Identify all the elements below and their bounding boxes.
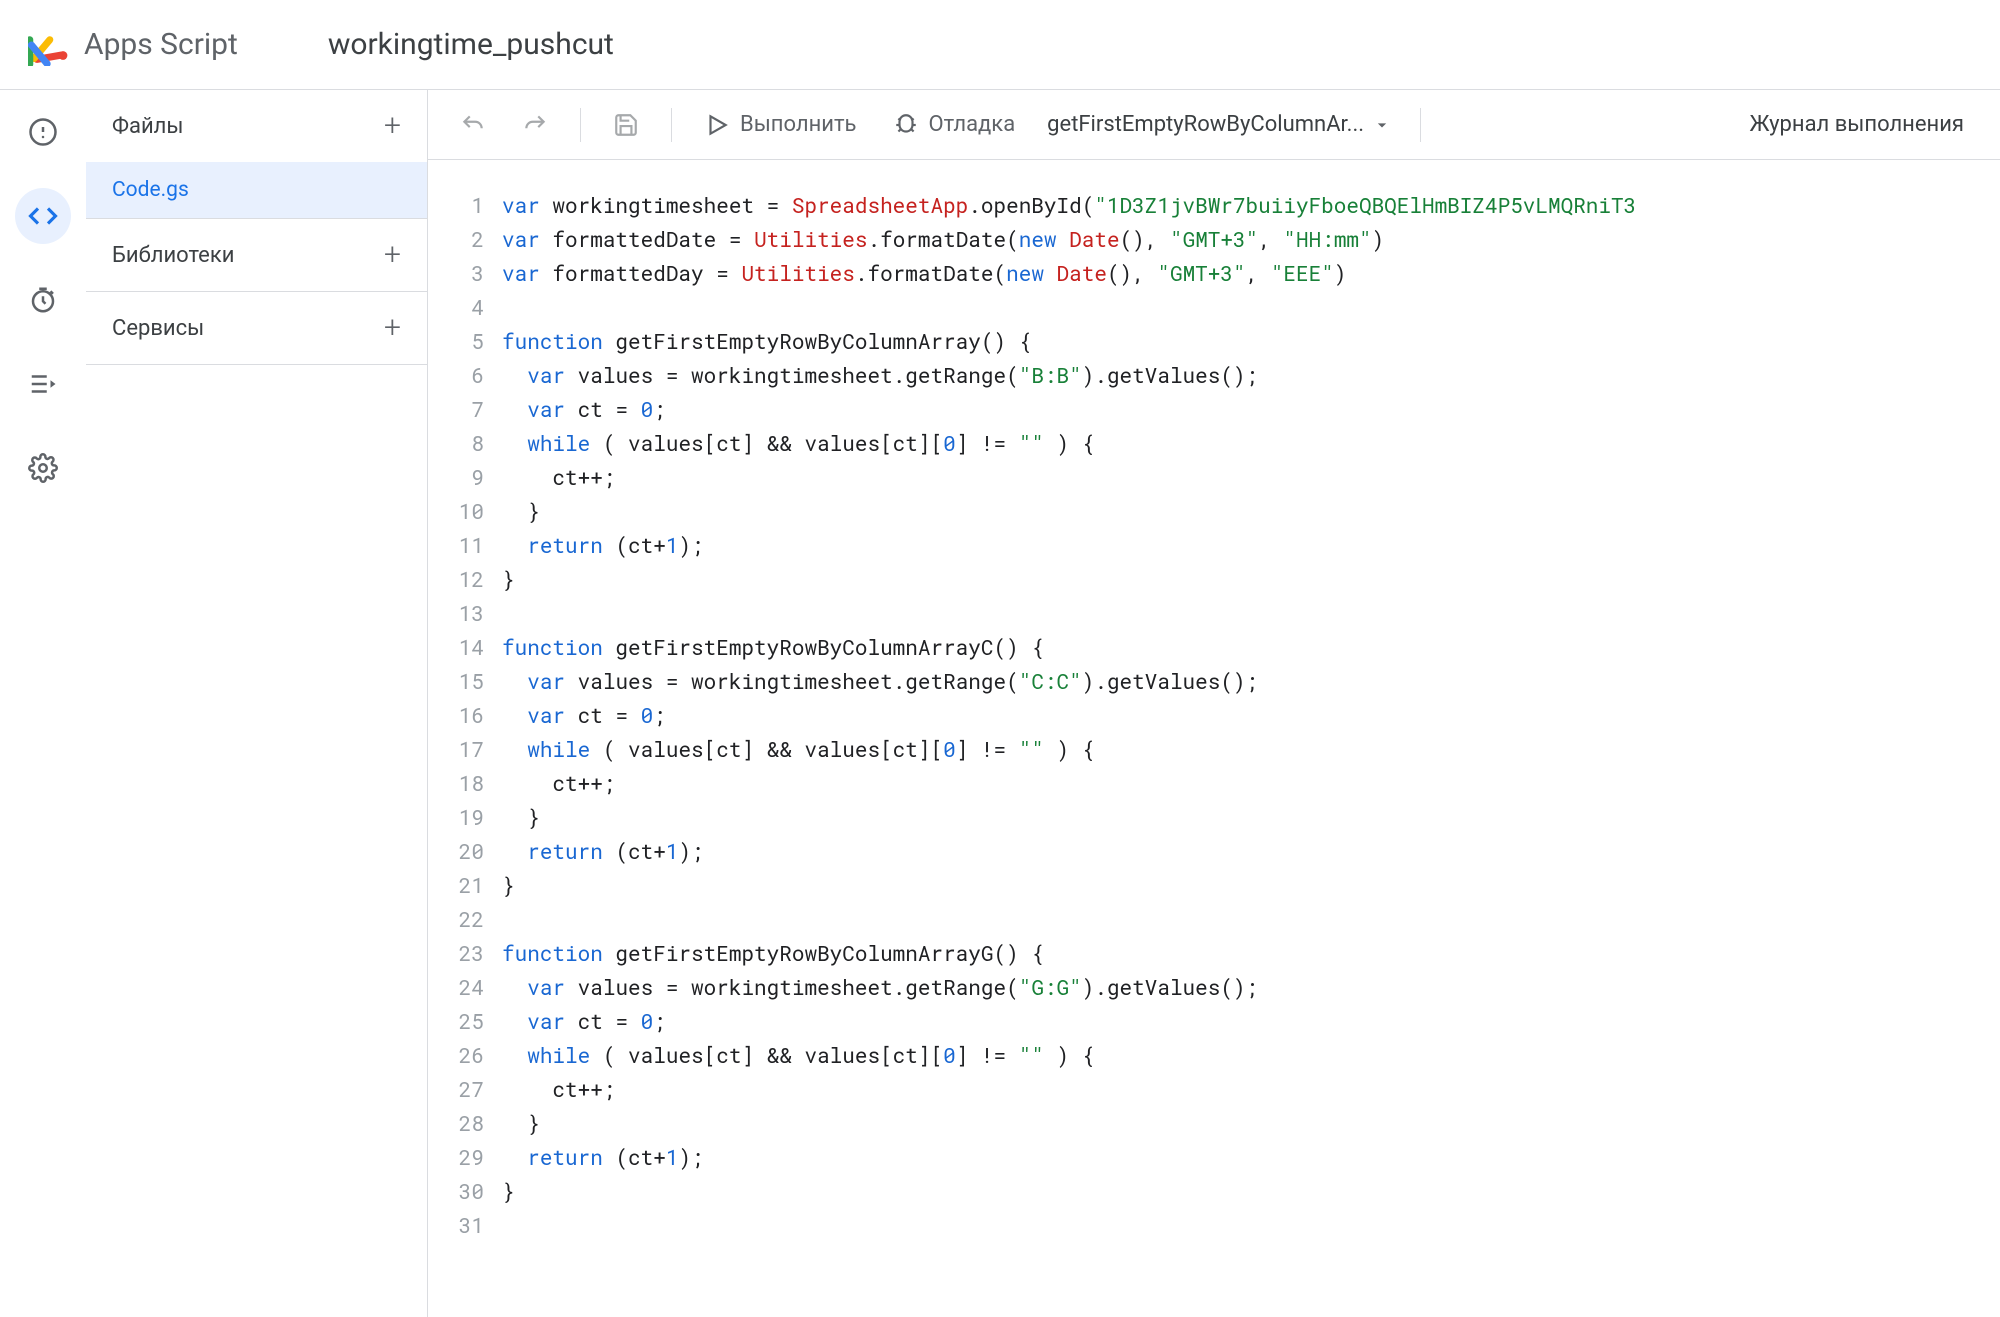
undo-button[interactable] — [446, 104, 500, 146]
execution-log-button[interactable]: Журнал выполнения — [1732, 104, 1983, 145]
services-header: Сервисы + — [86, 292, 427, 364]
function-select-label: getFirstEmptyRowByColumnAr... — [1047, 112, 1364, 137]
add-file-button[interactable]: + — [384, 111, 401, 141]
app-name: Apps Script — [84, 27, 238, 62]
run-button[interactable]: Выполнить — [690, 104, 871, 146]
toolbar-separator — [1420, 108, 1421, 142]
rail-editor[interactable] — [15, 188, 71, 244]
libraries-label: Библиотеки — [112, 243, 234, 268]
rail-settings[interactable] — [15, 440, 71, 496]
files-sidebar: Файлы + Code.gs Библиотеки + Сервисы + — [86, 90, 428, 1317]
chevron-down-icon — [1372, 115, 1392, 135]
code-content[interactable]: var workingtimesheet = SpreadsheetApp.op… — [502, 188, 2000, 1317]
main-pane: Выполнить Отладка getFirstEmptyRowByColu… — [428, 90, 2000, 1317]
function-select[interactable]: getFirstEmptyRowByColumnAr... — [1037, 104, 1402, 145]
run-label: Выполнить — [740, 112, 857, 137]
debug-label: Отладка — [929, 112, 1016, 137]
add-service-button[interactable]: + — [384, 313, 401, 343]
rail-executions[interactable] — [15, 356, 71, 412]
project-name[interactable]: workingtime_pushcut — [328, 27, 614, 62]
services-label: Сервисы — [112, 316, 204, 341]
file-item-code-gs[interactable]: Code.gs — [86, 162, 427, 218]
files-label: Файлы — [112, 114, 183, 139]
debug-button[interactable]: Отладка — [879, 104, 1030, 146]
app-header: Apps Script workingtime_pushcut — [0, 0, 2000, 90]
toolbar-separator — [580, 108, 581, 142]
add-library-button[interactable]: + — [384, 240, 401, 270]
file-item-label: Code.gs — [112, 178, 189, 202]
rail-overview[interactable] — [15, 104, 71, 160]
editor-toolbar: Выполнить Отладка getFirstEmptyRowByColu… — [428, 90, 2000, 160]
rail-triggers[interactable] — [15, 272, 71, 328]
nav-rail — [0, 90, 86, 1317]
execution-log-label: Журнал выполнения — [1750, 112, 1965, 137]
files-header: Файлы + — [86, 90, 427, 162]
code-editor[interactable]: 1 2 3 4 5 6 7 8 9 10 11 12 13 14 15 16 1… — [428, 160, 2000, 1317]
redo-button[interactable] — [508, 104, 562, 146]
save-button[interactable] — [599, 104, 653, 146]
toolbar-separator — [671, 108, 672, 142]
logo-lockup: Apps Script — [28, 24, 238, 66]
libraries-header: Библиотеки + — [86, 219, 427, 291]
line-gutter: 1 2 3 4 5 6 7 8 9 10 11 12 13 14 15 16 1… — [428, 188, 502, 1317]
apps-script-logo-icon — [28, 24, 70, 66]
